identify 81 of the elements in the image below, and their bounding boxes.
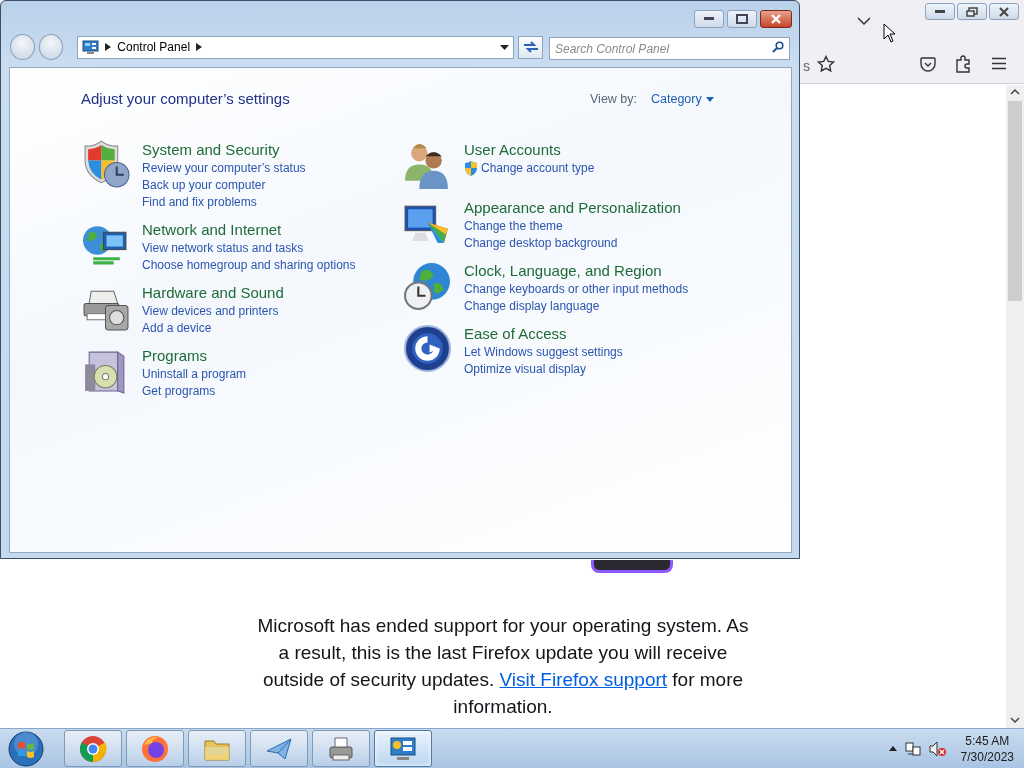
task-link[interactable]: Optimize visual display bbox=[464, 361, 623, 378]
refresh-button[interactable] bbox=[518, 35, 543, 59]
scrollbar[interactable] bbox=[1006, 85, 1024, 728]
task-link[interactable]: Choose homegroup and sharing options bbox=[142, 257, 356, 274]
task-link[interactable]: Back up your computer bbox=[142, 177, 306, 194]
category-link[interactable]: User Accounts bbox=[464, 140, 595, 160]
task-link[interactable]: Change desktop background bbox=[464, 235, 681, 252]
close-icon bbox=[771, 14, 781, 24]
category-link[interactable]: Programs bbox=[142, 346, 247, 366]
taskbar-button[interactable] bbox=[374, 730, 432, 767]
taskbar-button[interactable] bbox=[64, 730, 122, 767]
close-icon bbox=[999, 6, 1009, 17]
chrome-icon bbox=[79, 734, 107, 763]
firefox-icon bbox=[141, 734, 169, 763]
cursor-icon bbox=[883, 23, 896, 43]
scroll-thumb[interactable] bbox=[1008, 101, 1022, 301]
chevron-down-icon[interactable] bbox=[857, 16, 871, 26]
breadcrumb-arrow-icon[interactable] bbox=[196, 43, 203, 51]
category-link[interactable]: Hardware and Sound bbox=[142, 283, 284, 303]
category-link[interactable]: Appearance and Personalization bbox=[464, 198, 681, 218]
control-panel-icon bbox=[82, 39, 100, 55]
dropdown-icon[interactable] bbox=[500, 44, 510, 50]
update-button[interactable] bbox=[591, 560, 673, 573]
support-notice: Microsoft has ended support for your operating system. As a result, this is the last Firefox update you will receive outside of security updates. Visit Firefox support for more information. bbox=[257, 614, 749, 719]
fax-icon bbox=[327, 734, 355, 763]
taskbar-button[interactable] bbox=[312, 730, 370, 767]
breadcrumb-item[interactable]: Control Panel bbox=[117, 38, 191, 56]
task-link[interactable]: Get programs bbox=[142, 383, 247, 400]
caret-icon bbox=[705, 96, 714, 102]
minimize-icon bbox=[704, 17, 714, 21]
task-link[interactable]: Review your computer’s status bbox=[142, 160, 306, 177]
menu-icon[interactable] bbox=[992, 57, 1006, 70]
shield-icon[interactable] bbox=[81, 140, 130, 189]
close-button[interactable] bbox=[989, 3, 1019, 20]
task-link[interactable]: Change display language bbox=[464, 298, 689, 315]
accessibility-icon[interactable] bbox=[403, 324, 452, 373]
category-link[interactable]: System and Security bbox=[142, 140, 306, 160]
minimize-button[interactable] bbox=[925, 3, 955, 20]
taskbar-button[interactable] bbox=[250, 730, 308, 767]
task-link[interactable]: Change keyboards or other input methods bbox=[464, 281, 689, 298]
search-icon bbox=[772, 40, 784, 53]
category-link[interactable]: Network and Internet bbox=[142, 220, 356, 240]
pocket-icon[interactable] bbox=[920, 57, 936, 72]
star-icon[interactable] bbox=[817, 55, 835, 73]
restore-button[interactable] bbox=[957, 3, 987, 20]
scroll-down-icon[interactable] bbox=[1010, 717, 1020, 724]
maximize-icon bbox=[736, 14, 748, 24]
minimize-icon bbox=[935, 9, 945, 14]
globe-clock-icon[interactable] bbox=[403, 261, 452, 310]
restore-icon bbox=[966, 6, 978, 17]
taskbar-button[interactable] bbox=[126, 730, 184, 767]
network-icon[interactable] bbox=[904, 740, 921, 757]
address-text: s bbox=[803, 57, 810, 76]
shield-icon bbox=[464, 161, 478, 176]
control-panel-icon bbox=[389, 734, 417, 763]
refresh-icon bbox=[522, 40, 539, 54]
support-link[interactable]: Visit Firefox support bbox=[499, 669, 668, 690]
clock[interactable]: 5:45 AM 7/30/2023 bbox=[954, 732, 1014, 765]
minimize-button[interactable] bbox=[694, 10, 724, 28]
task-link[interactable]: View devices and printers bbox=[142, 303, 284, 320]
task-link[interactable]: Change account type bbox=[464, 160, 595, 177]
task-link[interactable]: Add a device bbox=[142, 320, 284, 337]
page-heading: Adjust your computer’s settings bbox=[81, 89, 290, 109]
show-hidden-icons-icon[interactable] bbox=[888, 746, 897, 751]
address-bar[interactable]: Control Panel bbox=[77, 35, 515, 59]
task-link[interactable]: View network status and tasks bbox=[142, 240, 356, 257]
search-field[interactable]: Search Control Panel bbox=[549, 37, 790, 60]
task-link[interactable]: Let Windows suggest settings bbox=[464, 344, 623, 361]
task-link[interactable]: Uninstall a program bbox=[142, 366, 247, 383]
muted-speaker-icon[interactable] bbox=[928, 740, 947, 757]
view-by-label: View by: bbox=[590, 91, 637, 108]
task-link[interactable]: Change the theme bbox=[464, 218, 681, 235]
breadcrumb-arrow-icon[interactable] bbox=[105, 43, 112, 51]
maximize-button[interactable] bbox=[727, 10, 757, 28]
category-link[interactable]: Clock, Language, and Region bbox=[464, 261, 689, 281]
task-link[interactable]: Find and fix problems bbox=[142, 194, 306, 211]
close-button[interactable] bbox=[760, 10, 792, 28]
view-by-dropdown[interactable]: Category bbox=[651, 90, 714, 109]
extensions-icon[interactable] bbox=[956, 55, 972, 73]
scroll-up-icon[interactable] bbox=[1010, 88, 1020, 95]
category-link[interactable]: Ease of Access bbox=[464, 324, 623, 344]
